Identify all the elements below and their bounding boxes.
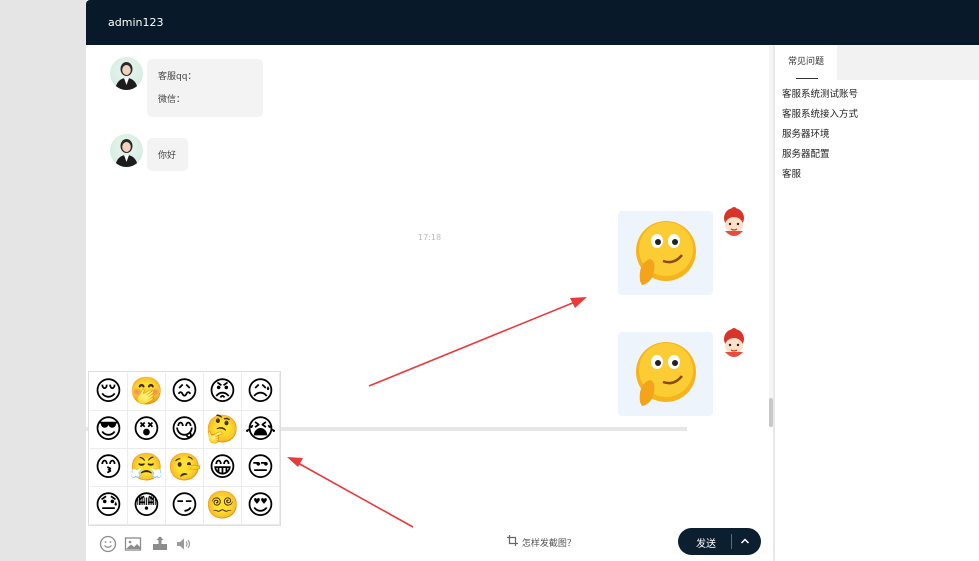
crop-icon: [507, 535, 519, 549]
tab-faq[interactable]: 常见问题: [775, 45, 837, 80]
agent-message-bubble: 你好: [147, 138, 188, 171]
user-avatar: [717, 207, 751, 241]
emoji-option[interactable]: 😵: [128, 411, 166, 449]
emoji-grid: 😌 🤭 😖 😡 😥 😎 😵 😋 🤔 😭 😙 😤 🤥 😁 😒 😓 😳 😏 😵‍💫 …: [90, 373, 280, 525]
emoji-option[interactable]: 🤭: [128, 373, 166, 411]
emoji-option[interactable]: 😙: [90, 449, 128, 487]
user-avatar: [717, 328, 751, 362]
message-list[interactable]: 客服qq： 微信： 你好 17:18: [86, 45, 773, 427]
emoji-option[interactable]: 😤: [128, 449, 166, 487]
emoji-option[interactable]: 😎: [90, 411, 128, 449]
emoji-option[interactable]: 😍: [242, 487, 280, 525]
faq-sidebar: 常见问题 客服系统测试账号 客服系统接入方式 服务器环境 服务器配置 客服: [775, 45, 979, 561]
agent-avatar: [110, 134, 143, 167]
agent-message-bubble: 客服qq： 微信：: [147, 59, 263, 117]
smiley-icon[interactable]: [99, 535, 117, 553]
emoji-option[interactable]: 😋: [166, 411, 204, 449]
emoji-option[interactable]: 😡: [204, 373, 242, 411]
upload-icon[interactable]: [151, 535, 169, 553]
sidebar-tabs: 常见问题: [775, 45, 979, 80]
emoji-option[interactable]: 😁: [204, 449, 242, 487]
emoji-option[interactable]: 😵‍💫: [204, 487, 242, 525]
user-image-message[interactable]: [618, 211, 713, 295]
send-separator: [731, 534, 732, 549]
emoji-option[interactable]: 🤥: [166, 449, 204, 487]
user-image-message[interactable]: [618, 332, 713, 416]
tab-underline: [796, 78, 818, 79]
message-text: 你好: [158, 151, 177, 161]
send-label: 发送: [696, 539, 716, 550]
emoji-option[interactable]: 😥: [242, 373, 280, 411]
emoji-option[interactable]: 😭: [242, 411, 280, 449]
thinking-emoji-image: [636, 221, 696, 285]
image-icon[interactable]: [124, 535, 142, 553]
chevron-up-icon[interactable]: [739, 534, 751, 548]
message-text: 客服qq：: [158, 72, 197, 82]
message-text: 微信：: [158, 95, 186, 105]
emoji-option[interactable]: 😌: [90, 373, 128, 411]
emoji-picker: 😌 🤭 😖 😡 😥 😎 😵 😋 🤔 😭 😙 😤 🤥 😁 😒 😓 😳 😏 😵‍💫 …: [88, 371, 281, 526]
faq-item[interactable]: 客服系统接入方式: [782, 109, 858, 129]
emoji-option[interactable]: 😖: [166, 373, 204, 411]
thinking-emoji-image: [636, 342, 696, 406]
emoji-option[interactable]: 🤔: [204, 411, 242, 449]
emoji-option[interactable]: 😒: [242, 449, 280, 487]
faq-item[interactable]: 客服: [782, 169, 858, 189]
faq-item[interactable]: 服务器配置: [782, 149, 858, 169]
emoji-option[interactable]: 😓: [90, 487, 128, 525]
send-button[interactable]: 发送: [678, 528, 761, 555]
message-timestamp: 17:18: [418, 233, 442, 242]
agent-avatar: [110, 57, 143, 90]
emoji-option[interactable]: 😳: [128, 487, 166, 525]
screenshot-help-link[interactable]: 怎样发截图？: [507, 535, 576, 549]
faq-list: 客服系统测试账号 客服系统接入方式 服务器环境 服务器配置 客服: [782, 89, 858, 189]
faq-item[interactable]: 服务器环境: [782, 129, 858, 149]
faq-item[interactable]: 客服系统测试账号: [782, 89, 858, 109]
speaker-icon[interactable]: [175, 535, 193, 553]
username-label: admin123: [108, 16, 164, 29]
screenshot-help-label: 怎样发截图？: [521, 539, 576, 549]
header-bar: admin123: [86, 0, 979, 45]
emoji-option[interactable]: 😏: [166, 487, 204, 525]
